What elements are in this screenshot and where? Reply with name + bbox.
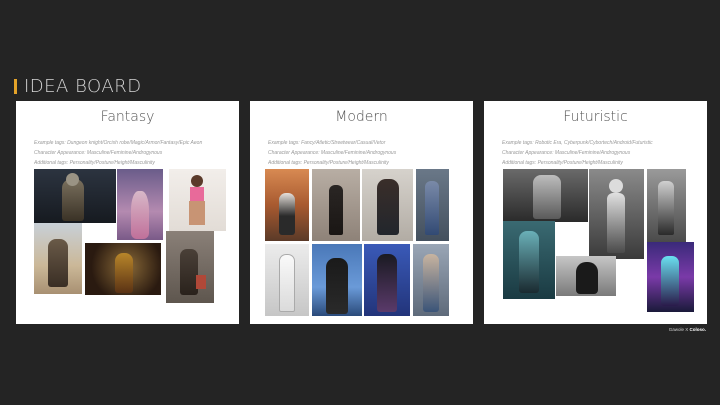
brand-name: Coloso. [689,327,707,332]
board-header: IDEA BOARD [14,75,142,97]
photo-leather-jacket[interactable] [362,169,413,241]
photo-teal-figure[interactable] [503,221,555,299]
card-line: Additional tags: Personality/Posture/Hei… [502,160,623,166]
photo-desert-warrior[interactable] [34,223,82,294]
photo-denim-outfit[interactable] [413,244,449,316]
card-line: Character Appearance: Masculine/Feminine… [502,150,631,156]
photo-wasteland-soldier[interactable] [166,231,214,303]
photo-fire-knight[interactable] [85,243,161,295]
photo-blue-jacket[interactable] [312,244,362,316]
card-description: Example tags: Robotic Era, Cyberpunk/Cyb… [502,138,697,168]
photo-stage-dancer[interactable] [117,169,163,240]
card-fantasy[interactable]: Fantasy Example tags: Dungeon knight/Orc… [16,101,239,324]
photo-fitness-pose[interactable] [169,169,226,231]
card-modern[interactable]: Modern Example tags: Fancy/Atletic/Stree… [250,101,473,324]
card-line: Additional tags: Personality/Posture/Hei… [34,160,155,166]
photo-armored-knight[interactable] [34,169,116,223]
card-line: Example tags: Fancy/Atletic/Streetwear/C… [268,140,386,146]
photo-mech-suit[interactable] [503,169,588,222]
card-line: Example tags: Dungeon knight/Orcish robe… [34,140,203,146]
card-title: Fantasy [100,109,155,125]
page-title: IDEA BOARD [24,75,142,97]
brand-joiner: X [685,327,689,332]
card-title: Futuristic [563,109,628,125]
card-line: Example tags: Robotic Era, Cyberpunk/Cyb… [502,140,653,146]
photo-blue-fashion[interactable] [364,244,410,316]
photo-chrome-android[interactable] [589,169,644,259]
card-futuristic[interactable]: Futuristic Example tags: Robotic Era, Cy… [484,101,707,324]
photo-dark-hair-portrait[interactable] [556,256,616,296]
photo-robot-soldier[interactable] [647,169,686,242]
card-description: Example tags: Fancy/Atletic/Streetwear/C… [268,138,463,168]
photo-white-suit[interactable] [265,244,309,316]
card-description: Example tags: Dungeon knight/Orcish robe… [34,138,229,168]
card-line: Character Appearance: Masculine/Feminine… [34,150,163,156]
photo-neon-cyberpunk[interactable] [647,242,694,312]
brand-mark: Gawole X Coloso. [669,327,706,332]
card-line: Additional tags: Personality/Posture/Hei… [268,160,389,166]
brand-prefix: Gawole [668,327,684,332]
title-accent-bar [14,78,17,94]
photo-street-walker[interactable] [416,169,449,241]
photo-stairs-pose[interactable] [265,169,309,241]
card-line: Character Appearance: Masculine/Feminine… [268,150,397,156]
photo-doorway-lady[interactable] [312,169,360,241]
card-title: Modern [335,109,388,125]
